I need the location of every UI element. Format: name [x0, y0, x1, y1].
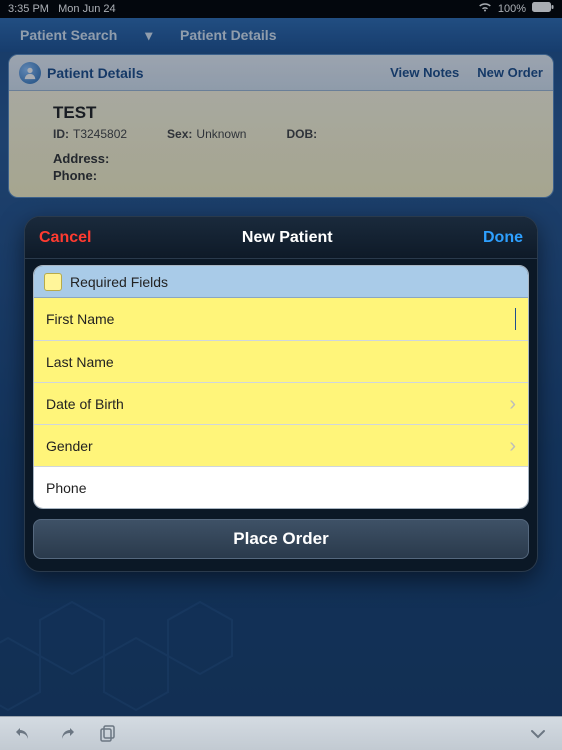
- required-swatch-icon: [44, 273, 62, 291]
- phone-field[interactable]: Phone: [34, 466, 528, 508]
- redo-icon[interactable]: [56, 724, 76, 744]
- modal-title: New Patient: [91, 229, 483, 247]
- modal-header: Cancel New Patient Done: [25, 217, 537, 259]
- copy-icon[interactable]: [98, 724, 118, 744]
- gender-field[interactable]: Gender ›: [34, 424, 528, 466]
- last-name-label: Last Name: [46, 354, 114, 370]
- text-cursor: [515, 308, 517, 330]
- phone-label-modal: Phone: [46, 480, 86, 496]
- place-order-button[interactable]: Place Order: [33, 519, 529, 559]
- modal-body: Required Fields First Name Last Name Dat…: [33, 265, 529, 509]
- undo-icon[interactable]: [14, 724, 34, 744]
- dob-field[interactable]: Date of Birth ›: [34, 382, 528, 424]
- required-fields-legend: Required Fields: [34, 266, 528, 298]
- done-button[interactable]: Done: [483, 229, 523, 247]
- new-patient-modal: Cancel New Patient Done Required Fields …: [24, 216, 538, 572]
- last-name-field[interactable]: Last Name: [34, 340, 528, 382]
- chevron-right-icon: ›: [509, 436, 516, 456]
- chevron-right-icon: ›: [509, 394, 516, 414]
- cancel-button[interactable]: Cancel: [39, 229, 91, 247]
- gender-label: Gender: [46, 438, 93, 454]
- required-label: Required Fields: [70, 274, 168, 290]
- first-name-field[interactable]: First Name: [34, 298, 528, 340]
- collapse-icon[interactable]: [528, 724, 548, 744]
- first-name-label: First Name: [46, 311, 114, 327]
- dob-label: Date of Birth: [46, 396, 124, 412]
- bottom-toolbar: [0, 716, 562, 750]
